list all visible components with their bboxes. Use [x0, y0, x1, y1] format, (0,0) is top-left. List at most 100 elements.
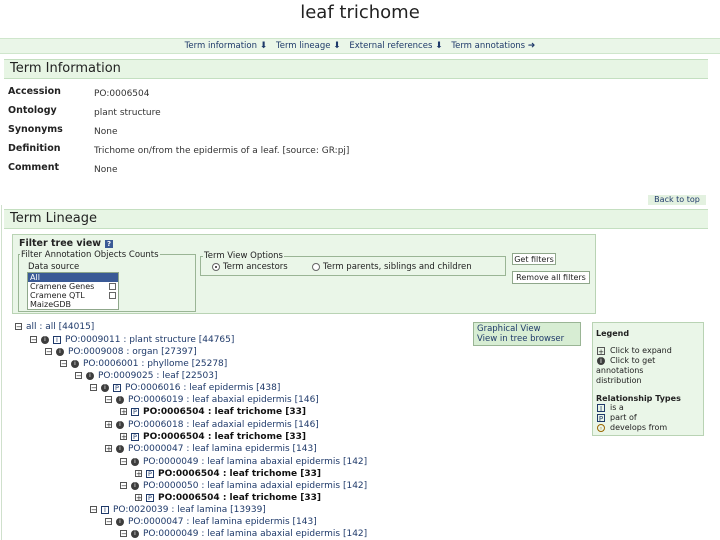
- tree-node[interactable]: − i PO:0000047 : leaf lamina epidermis [14…: [105, 517, 317, 528]
- tree-node[interactable]: − i I PO:0009011 : plant structure [44765]: [30, 335, 234, 346]
- info-icon[interactable]: i: [116, 517, 124, 526]
- collapse-icon[interactable]: −: [45, 348, 52, 356]
- tree-node[interactable]: + P PO:0006504 : leaf trichome [33]: [135, 469, 321, 480]
- legend-annotations-3: distribution: [596, 376, 642, 385]
- info-icon[interactable]: i: [86, 371, 94, 380]
- get-filters-button[interactable]: Get filters: [512, 253, 556, 265]
- tree-node[interactable]: − i P PO:0006016 : leaf epidermis [438]: [90, 383, 280, 394]
- info-icon[interactable]: i: [101, 383, 109, 392]
- collapse-icon[interactable]: −: [90, 506, 97, 514]
- ontology-value: plant structure: [94, 108, 161, 118]
- radio-term-ancestors-label: Term ancestors: [223, 262, 288, 272]
- top-nav: Term information ⬇ Term lineage ⬇ Extern…: [0, 38, 720, 54]
- checkbox-icon[interactable]: [109, 292, 116, 299]
- info-icon[interactable]: i: [41, 335, 49, 344]
- collapse-icon[interactable]: −: [120, 458, 127, 466]
- is-a-icon: I: [101, 505, 109, 514]
- legend-annotations-1: Click to get: [610, 356, 656, 365]
- tree-node[interactable]: − I PO:0020039 : leaf lamina [13939]: [90, 505, 266, 516]
- tree-node[interactable]: + P PO:0006504 : leaf trichome [33]: [120, 432, 306, 443]
- accession-row: Accession PO:0006504: [6, 86, 706, 105]
- nav-term-information[interactable]: Term information ⬇: [185, 41, 268, 51]
- collapse-icon[interactable]: −: [120, 482, 127, 490]
- tree-node[interactable]: + i PO:0006018 : leaf adaxial epidermis [1…: [105, 420, 319, 431]
- page-title: leaf trichome: [300, 2, 420, 23]
- collapse-icon[interactable]: −: [75, 372, 82, 380]
- tree-node[interactable]: + P PO:0006504 : leaf trichome [33]: [135, 493, 321, 504]
- info-icon[interactable]: i: [131, 481, 139, 490]
- collapse-icon[interactable]: −: [105, 396, 112, 404]
- arrow-right-icon: ➜: [527, 41, 536, 51]
- help-icon[interactable]: ?: [105, 239, 114, 248]
- info-icon[interactable]: i: [116, 395, 124, 404]
- info-icon[interactable]: i: [116, 444, 124, 453]
- annotation-filter-legend: Filter Annotation Objects Counts: [20, 250, 160, 260]
- collapse-icon[interactable]: −: [120, 530, 127, 538]
- tree-node[interactable]: − i PO:0006019 : leaf abaxial epidermis [1…: [105, 395, 319, 406]
- collapse-icon[interactable]: −: [90, 384, 97, 392]
- comment-value: None: [94, 165, 118, 175]
- divider: [1, 205, 2, 540]
- expand-icon[interactable]: +: [105, 445, 112, 453]
- is-a-icon: I: [597, 404, 605, 413]
- info-icon[interactable]: i: [131, 457, 139, 466]
- info-icon[interactable]: i: [116, 420, 124, 429]
- tree-node[interactable]: − i PO:0009025 : leaf [22503]: [75, 371, 217, 382]
- back-to-top-link[interactable]: Back to top: [648, 195, 706, 205]
- expand-icon[interactable]: +: [120, 433, 127, 441]
- info-icon[interactable]: i: [71, 359, 79, 368]
- expand-icon[interactable]: +: [105, 421, 112, 429]
- tree-node[interactable]: − i PO:0000049 : leaf lamina abaxial epide…: [120, 457, 367, 468]
- arrow-down-icon: ⬇: [435, 41, 443, 51]
- part-of-icon: P: [131, 407, 139, 416]
- checkbox-icon[interactable]: [109, 283, 116, 290]
- arrow-down-icon: ⬇: [259, 41, 268, 51]
- graphical-view-link[interactable]: Graphical View: [477, 324, 541, 334]
- tree-node[interactable]: + P PO:0006504 : leaf trichome [33]: [120, 407, 306, 418]
- legend-part-of: part of: [610, 413, 637, 422]
- radio-term-parents[interactable]: [312, 263, 320, 271]
- ontology-row: Ontology plant structure: [6, 105, 706, 124]
- expand-icon[interactable]: +: [120, 408, 127, 416]
- tree-node[interactable]: − i PO:0000050 : leaf lamina adaxial epide…: [120, 481, 367, 492]
- tree-node[interactable]: − i PO:0000049 : leaf lamina abaxial epide…: [120, 529, 367, 540]
- part-of-icon: P: [146, 469, 154, 478]
- info-icon[interactable]: i: [56, 347, 64, 356]
- legend-annotations-2: annotations: [596, 366, 644, 375]
- tree-node[interactable]: − i PO:0006001 : phyllome [25278]: [60, 359, 227, 370]
- part-of-icon: P: [131, 432, 139, 441]
- synonyms-row: Synonyms None: [6, 124, 706, 143]
- expand-icon: +: [597, 347, 605, 356]
- synonyms-value: None: [94, 127, 118, 137]
- ontology-label: Ontology: [8, 105, 57, 116]
- nav-term-lineage[interactable]: Term lineage ⬇: [276, 41, 341, 51]
- tree-browser-link[interactable]: View in tree browser: [477, 334, 564, 344]
- term-lineage-heading: Term Lineage: [4, 209, 708, 229]
- remove-filters-button[interactable]: Remove all filters: [512, 271, 590, 284]
- view-options-legend: Term View Options: [203, 251, 284, 261]
- term-information-heading: Term Information: [4, 59, 708, 79]
- tree-node[interactable]: − all : all [44015]: [15, 322, 94, 333]
- nav-external-references[interactable]: External references ⬇: [349, 41, 442, 51]
- filter-title: Filter tree view?: [19, 238, 114, 249]
- collapse-icon[interactable]: −: [105, 518, 112, 526]
- info-icon[interactable]: i: [131, 529, 139, 538]
- expand-icon[interactable]: +: [135, 470, 142, 478]
- collapse-icon[interactable]: −: [15, 323, 22, 331]
- datasource-option[interactable]: MaizeGDB: [28, 300, 118, 309]
- datasource-option[interactable]: Cramene Genes: [28, 282, 118, 291]
- collapse-icon[interactable]: −: [30, 336, 37, 344]
- datasource-option[interactable]: Cramene QTL: [28, 291, 118, 300]
- radio-term-ancestors[interactable]: [212, 263, 220, 271]
- tree-node[interactable]: − i PO:0009008 : organ [27397]: [45, 347, 197, 358]
- expand-icon[interactable]: +: [135, 494, 142, 502]
- part-of-icon: P: [597, 414, 605, 423]
- datasource-select[interactable]: All Cramene Genes Cramene QTL MaizeGDB: [27, 272, 119, 310]
- accession-value: PO:0006504: [94, 89, 150, 99]
- datasource-option[interactable]: All: [28, 273, 118, 282]
- legend-expand: Click to expand: [610, 346, 672, 355]
- tree-node[interactable]: + i PO:0000047 : leaf lamina epidermis [14…: [105, 444, 317, 455]
- nav-term-annotations[interactable]: Term annotations ➜: [451, 41, 535, 51]
- collapse-icon[interactable]: −: [60, 360, 67, 368]
- radio-term-parents-label: Term parents, siblings and children: [323, 262, 472, 272]
